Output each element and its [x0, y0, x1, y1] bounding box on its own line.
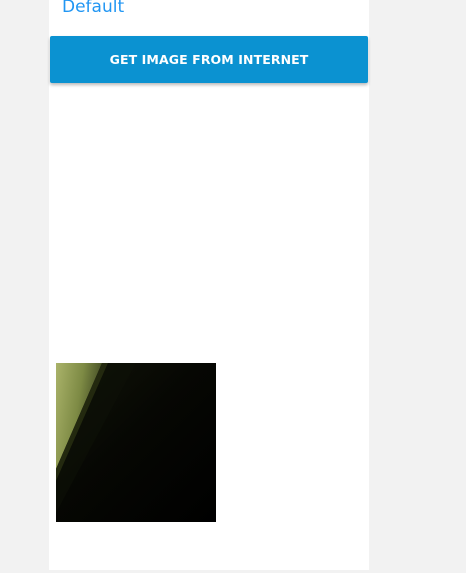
get-image-from-internet-button[interactable]: GET IMAGE FROM INTERNET	[50, 36, 368, 83]
downloaded-image	[56, 363, 216, 522]
content-panel: Default GET IMAGE FROM INTERNET	[49, 0, 369, 570]
section-title: Default	[62, 0, 125, 17]
